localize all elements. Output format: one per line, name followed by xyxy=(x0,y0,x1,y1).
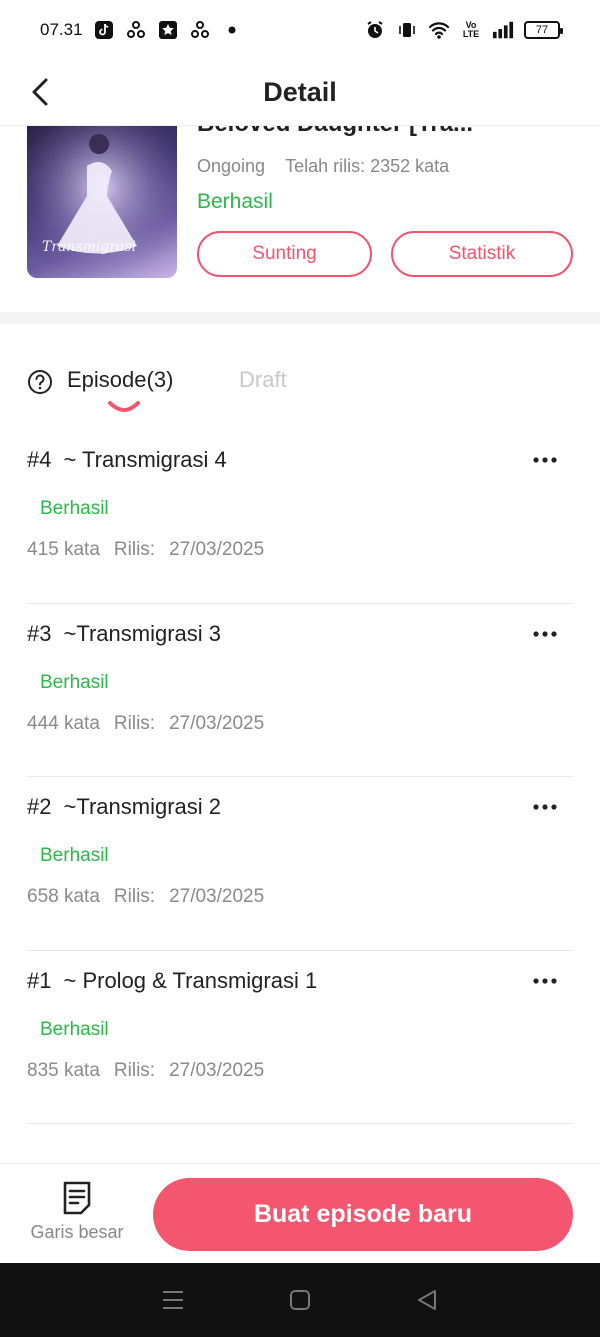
more-options-button[interactable] xyxy=(531,624,559,644)
back-button[interactable] xyxy=(22,74,58,110)
episode-item[interactable]: #1 ~ Prolog & Transmigrasi 1 Berhasil 835… xyxy=(27,951,573,1124)
episode-status: Berhasil xyxy=(40,671,109,693)
status-bar: 07.31 Vo LTE 77 xyxy=(0,0,600,60)
cover-script-text: Transmigrasi xyxy=(42,239,136,255)
episode-words: 658 kata xyxy=(27,886,100,907)
episode-release-label: Rilis: xyxy=(113,886,156,907)
episode-meta: 444 kata Rilis: 27/03/2025 xyxy=(27,713,264,735)
episode-release-label: Rilis: xyxy=(113,712,156,734)
sync-icon xyxy=(125,19,147,41)
more-horizontal-icon xyxy=(533,457,557,463)
episode-title: #4 ~ Transmigrasi 4 xyxy=(27,447,227,473)
more-horizontal-icon xyxy=(533,977,557,984)
episode-name: ~Transmigrasi 2 xyxy=(63,794,221,819)
episode-item[interactable]: #3 ~Transmigrasi 3 Berhasil 444 kata Rili… xyxy=(27,604,573,777)
episode-words: 444 kata xyxy=(27,712,100,734)
episode-status: Berhasil xyxy=(40,1018,109,1040)
tab-active-indicator xyxy=(108,401,140,412)
nav-home-button[interactable] xyxy=(280,1280,320,1320)
episode-meta: 835 kata Rilis: 27/03/2025 xyxy=(27,1060,264,1082)
more-options-button[interactable] xyxy=(531,971,559,991)
episode-release-label: Rilis: xyxy=(113,1059,156,1081)
episode-status: Berhasil xyxy=(40,498,109,519)
more-options-button[interactable] xyxy=(531,450,559,470)
book-released: Telah rilis: 2352 kata xyxy=(285,156,450,176)
episode-name: ~ Transmigrasi 4 xyxy=(63,447,227,472)
detail-screen: 07.31 Vo LTE 77 Detail Transmigrasi Ongo… xyxy=(0,0,600,1337)
more-options-button[interactable] xyxy=(531,797,559,817)
chevron-left-icon xyxy=(32,78,48,106)
book-title: Beloved Daughter [Tra... xyxy=(197,126,473,138)
status-time: 07.31 xyxy=(40,20,83,39)
square-icon xyxy=(289,1290,310,1310)
alarm-icon xyxy=(364,19,386,41)
bottom-action-bar: Garis besar Buat episode baru xyxy=(0,1163,600,1263)
episode-number: #3 xyxy=(27,620,52,646)
episode-list: #4 ~ Transmigrasi 4 Berhasil 415 kata Ril… xyxy=(27,430,573,1124)
more-horizontal-icon xyxy=(533,630,557,637)
episode-number: #1 xyxy=(27,967,52,993)
episode-date: 27/03/2025 xyxy=(169,1059,265,1081)
tab-draft[interactable]: Draft xyxy=(239,367,287,393)
book-card: Transmigrasi Beloved Daughter [Tra... On… xyxy=(0,126,600,312)
episode-title: #3 ~Transmigrasi 3 xyxy=(27,621,221,647)
signal-icon xyxy=(492,19,514,41)
episode-date: 27/03/2025 xyxy=(169,539,265,560)
nav-menu-button[interactable] xyxy=(153,1280,193,1320)
episode-name: ~ Prolog & Transmigrasi 1 xyxy=(63,967,318,993)
book-state: Ongoing xyxy=(197,156,266,176)
battery-level: 77 xyxy=(535,24,549,36)
episode-number: #4 xyxy=(27,447,52,472)
page-title: Detail xyxy=(263,77,337,107)
question-circle-icon[interactable] xyxy=(27,369,53,395)
edit-button[interactable]: Sunting xyxy=(197,231,372,277)
more-horizontal-icon xyxy=(533,804,557,810)
wifi-icon xyxy=(428,19,450,41)
document-list-icon xyxy=(63,1181,91,1215)
system-navigation-bar xyxy=(0,1263,600,1337)
episode-title: #2 ~Transmigrasi 2 xyxy=(27,794,221,820)
create-episode-button[interactable]: Buat episode baru xyxy=(153,1178,573,1251)
book-status: Berhasil xyxy=(197,190,273,213)
sync-icon-2 xyxy=(189,19,211,41)
section-divider xyxy=(0,312,600,324)
book-cover-image[interactable]: Transmigrasi xyxy=(27,126,177,278)
battery-icon: 77 xyxy=(524,21,563,39)
episode-item[interactable]: #2 ~Transmigrasi 2 Berhasil 658 kata Rili… xyxy=(27,777,573,951)
header: Detail xyxy=(0,60,600,126)
tiktok-icon xyxy=(93,19,115,41)
tabs: Episode(3) Draft xyxy=(27,364,573,424)
star-app-icon xyxy=(157,19,179,41)
tab-episode[interactable]: Episode(3) xyxy=(67,367,173,393)
episode-meta: 658 kata Rilis: 27/03/2025 xyxy=(27,886,264,908)
episode-meta: 415 kata Rilis: 27/03/2025 xyxy=(27,539,264,561)
episode-name: ~Transmigrasi 3 xyxy=(63,620,221,646)
episode-release-label: Rilis: xyxy=(113,539,156,560)
episode-item[interactable]: #4 ~ Transmigrasi 4 Berhasil 415 kata Ril… xyxy=(27,430,573,604)
outline-button[interactable]: Garis besar xyxy=(22,1180,132,1254)
triangle-back-icon xyxy=(417,1290,436,1310)
menu-icon xyxy=(163,1291,184,1309)
episode-status: Berhasil xyxy=(40,845,109,866)
statistics-button[interactable]: Statistik xyxy=(391,231,573,277)
book-meta: Ongoing Telah rilis: 2352 kata xyxy=(197,156,449,177)
episode-words: 835 kata xyxy=(27,1059,100,1081)
episode-words: 415 kata xyxy=(27,539,100,560)
episode-title: #1 ~ Prolog & Transmigrasi 1 xyxy=(27,968,317,994)
nav-back-button[interactable] xyxy=(407,1280,447,1320)
episode-date: 27/03/2025 xyxy=(169,712,265,734)
outline-label: Garis besar xyxy=(30,1222,124,1242)
episode-number: #2 xyxy=(27,794,52,819)
vibrate-icon xyxy=(396,19,418,41)
episode-date: 27/03/2025 xyxy=(169,886,265,907)
dot-icon xyxy=(221,19,243,41)
volte-icon: Vo LTE xyxy=(462,20,480,39)
